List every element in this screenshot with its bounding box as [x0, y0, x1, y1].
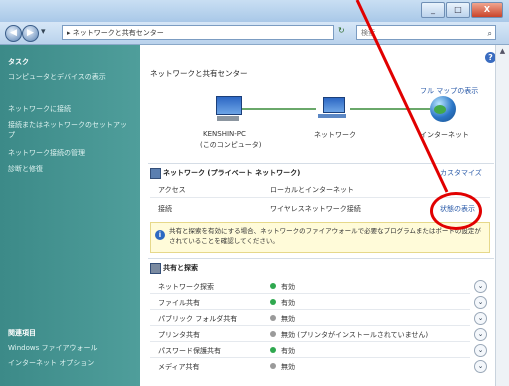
- annotation-overlay: [355, 0, 449, 193]
- network-sharing-center-window: _ □ X ◀ ▶ ▾ ▸ ネットワークと共有センター ↻ 検索 ⌕ タスク コ…: [0, 0, 509, 386]
- annotation-circle: [430, 192, 482, 230]
- annotation-arrow-line: [355, 0, 449, 193]
